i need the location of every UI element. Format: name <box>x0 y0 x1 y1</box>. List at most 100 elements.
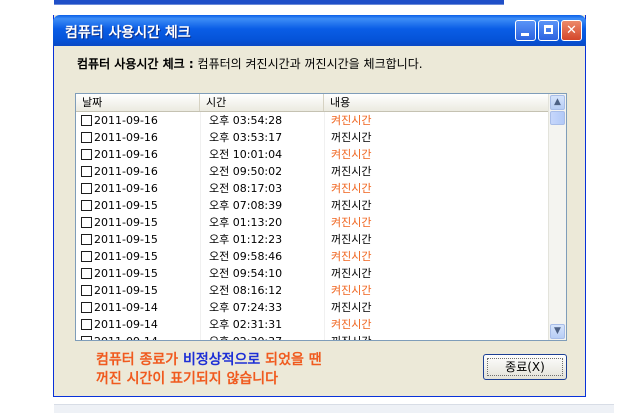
cell-content: 꺼진시간 <box>331 131 372 144</box>
minimize-button[interactable] <box>515 20 536 41</box>
cell-time: 오후 02:30:37 <box>209 333 282 340</box>
table-row[interactable]: 2011-09-16 오전 09:50:02 꺼진시간 <box>76 163 548 180</box>
row-checkbox[interactable] <box>81 234 92 245</box>
minimize-icon <box>521 33 529 36</box>
cell-content: 켜진시간 <box>331 148 372 161</box>
row-checkbox[interactable] <box>81 166 92 177</box>
cell-date: 2011-09-16 <box>94 114 158 127</box>
cell-content: 꺼진시간 <box>331 267 372 280</box>
vertical-scrollbar[interactable]: ▲ ▼ <box>548 94 566 340</box>
cell-date: 2011-09-15 <box>94 284 158 297</box>
chevron-up-icon: ▲ <box>554 97 561 107</box>
table-row[interactable]: 2011-09-16 오전 10:01:04 켜진시간 <box>76 146 548 163</box>
table-row[interactable]: 2011-09-15 오전 09:54:10 꺼진시간 <box>76 265 548 282</box>
table-row[interactable]: 2011-09-14 오후 07:24:33 꺼진시간 <box>76 299 548 316</box>
abnormal-shutdown-note: 컴퓨터 종료가 비정상적으로 되었을 땐 꺼진 시간이 표기되지 않습니다 <box>96 351 322 389</box>
table-row[interactable]: 2011-09-15 오전 08:16:12 켜진시간 <box>76 282 548 299</box>
cell-time: 오전 09:54:10 <box>209 267 283 280</box>
cell-content: 꺼진시간 <box>331 333 371 340</box>
background-window-edge <box>54 0 504 5</box>
note-text: 컴퓨터 종료가 <box>96 352 184 368</box>
chevron-down-icon: ▼ <box>554 326 561 336</box>
maximize-icon <box>544 25 553 34</box>
column-header-content[interactable]: 내용 <box>324 94 548 111</box>
cell-time: 오후 02:31:31 <box>209 318 283 331</box>
table-row[interactable]: 2011-09-15 오후 07:08:39 꺼진시간 <box>76 197 548 214</box>
cell-date: 2011-09-14 <box>94 301 158 314</box>
cell-content: 켜진시간 <box>331 284 372 297</box>
close-window-button[interactable]: ✕ <box>561 20 582 41</box>
list-rows: 2011-09-16 오후 03:54:28 켜진시간 2011-09-16 오후 03… <box>76 112 548 340</box>
cell-date: 2011-09-16 <box>94 131 158 144</box>
cell-time: 오후 01:12:23 <box>209 233 283 246</box>
table-row[interactable]: 2011-09-15 오후 01:12:23 꺼진시간 <box>76 231 548 248</box>
maximize-button[interactable] <box>538 20 559 41</box>
column-header-time[interactable]: 시간 <box>200 94 324 111</box>
scroll-up-button[interactable]: ▲ <box>550 95 565 110</box>
row-checkbox[interactable] <box>81 217 92 228</box>
row-checkbox[interactable] <box>81 200 92 211</box>
table-row[interactable]: 2011-09-16 오후 03:53:17 꺼진시간 <box>76 129 548 146</box>
cell-content: 꺼진시간 <box>331 199 372 212</box>
cell-date: 2011-09-15 <box>94 267 158 280</box>
cell-time: 오후 03:53:17 <box>209 131 283 144</box>
cell-time: 오전 08:16:12 <box>209 284 283 297</box>
cell-date: 2011-09-15 <box>94 233 158 246</box>
note-highlight: 비정상적으로 <box>183 352 261 368</box>
cell-date: 2011-09-14 <box>94 318 158 331</box>
row-checkbox[interactable] <box>81 336 92 340</box>
row-checkbox[interactable] <box>81 115 92 126</box>
row-checkbox[interactable] <box>81 132 92 143</box>
cell-content: 꺼진시간 <box>331 301 372 314</box>
cell-time: 오전 08:17:03 <box>209 182 283 195</box>
description-label: 컴퓨터 사용시간 체크 : <box>77 57 194 71</box>
history-list[interactable]: 날짜 시간 내용 2011-09-16 오후 03:54:28 켜진시간 2011-0… <box>75 93 567 341</box>
cell-date: 2011-09-16 <box>94 148 158 161</box>
cell-time: 오전 10:01:04 <box>209 148 283 161</box>
title-bar[interactable]: 컴퓨터 사용시간 체크 ✕ <box>53 15 586 46</box>
focus-rect <box>487 358 563 376</box>
row-checkbox[interactable] <box>81 319 92 330</box>
note-line-2: 꺼진 시간이 표기되지 않습니다 <box>96 371 279 387</box>
row-checkbox[interactable] <box>81 285 92 296</box>
table-row[interactable]: 2011-09-14 오후 02:30:37 꺼진시간 <box>76 333 548 340</box>
scroll-down-button[interactable]: ▼ <box>550 324 565 339</box>
row-checkbox[interactable] <box>81 302 92 313</box>
cell-time: 오후 01:13:20 <box>209 216 283 229</box>
table-row[interactable]: 2011-09-16 오후 03:54:28 켜진시간 <box>76 112 548 129</box>
exit-button[interactable]: 종료(X) <box>483 354 567 380</box>
row-checkbox[interactable] <box>81 183 92 194</box>
table-row[interactable]: 2011-09-14 오후 02:31:31 켜진시간 <box>76 316 548 333</box>
cell-time: 오후 07:08:39 <box>209 199 283 212</box>
description: 컴퓨터 사용시간 체크 : 컴퓨터의 켜진시간과 꺼진시간을 체크합니다. <box>77 55 423 72</box>
row-checkbox[interactable] <box>81 268 92 279</box>
note-text: 되었을 땐 <box>260 352 322 368</box>
row-checkbox[interactable] <box>81 149 92 160</box>
note-line-1: 컴퓨터 종료가 비정상적으로 되었을 땐 <box>96 351 322 370</box>
cell-date: 2011-09-14 <box>94 333 158 340</box>
table-row[interactable]: 2011-09-15 오후 01:13:20 켜진시간 <box>76 214 548 231</box>
list-header: 날짜 시간 내용 <box>76 94 548 112</box>
cell-date: 2011-09-15 <box>94 199 158 212</box>
cell-date: 2011-09-16 <box>94 182 158 195</box>
cell-content: 켜진시간 <box>331 114 372 127</box>
scroll-thumb[interactable] <box>550 111 565 125</box>
cell-time: 오전 09:58:46 <box>209 250 283 263</box>
table-row[interactable]: 2011-09-15 오전 09:58:46 켜진시간 <box>76 248 548 265</box>
cell-content: 켜진시간 <box>331 216 372 229</box>
description-text: 컴퓨터의 켜진시간과 꺼진시간을 체크합니다. <box>197 57 423 71</box>
row-checkbox[interactable] <box>81 251 92 262</box>
window-title: 컴퓨터 사용시간 체크 <box>65 25 191 41</box>
app-window: 컴퓨터 사용시간 체크 ✕ 컴퓨터 사용시간 체크 : 컴퓨터의 켜진시간과 꺼… <box>53 15 586 397</box>
cell-content: 켜진시간 <box>331 250 372 263</box>
cell-date: 2011-09-16 <box>94 165 158 178</box>
column-header-date[interactable]: 날짜 <box>76 94 200 111</box>
cell-content: 켜진시간 <box>331 182 372 195</box>
cell-time: 오후 07:24:33 <box>209 301 283 314</box>
cell-content: 꺼진시간 <box>331 233 372 246</box>
cell-time: 오후 03:54:28 <box>209 114 283 127</box>
cell-time: 오전 09:50:02 <box>209 165 283 178</box>
cell-content: 켜진시간 <box>331 318 372 331</box>
close-icon: ✕ <box>566 23 577 38</box>
table-row[interactable]: 2011-09-16 오전 08:17:03 켜진시간 <box>76 180 548 197</box>
